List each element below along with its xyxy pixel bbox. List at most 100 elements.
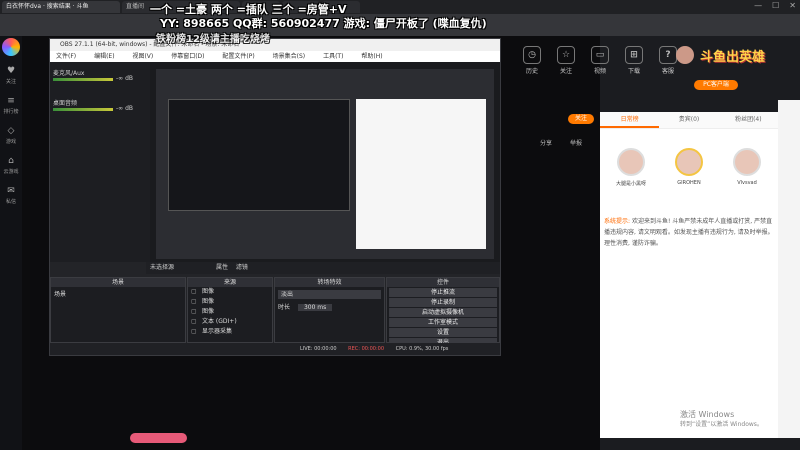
notice-text: 欢迎来到斗鱼! 斗鱼严禁未成年人直播或打赏, 严禁直播违规内容, 请文明观看。如… [604, 218, 774, 247]
report-button[interactable]: 举报 [570, 138, 582, 147]
dock-title: 场景 [51, 278, 185, 287]
dock-title: 控件 [387, 278, 499, 287]
controls-dock: 控件 停止推流 停止录制 启动虚拟摄像机 工作室模式 设置 退出 [386, 277, 500, 347]
user-avatar[interactable] [676, 46, 694, 64]
duration-label: 时长 [278, 304, 291, 311]
scenes-dock: 场景 场景 [50, 277, 186, 343]
menu-help[interactable]: 帮助(H) [361, 53, 382, 60]
studio-mode-button[interactable]: 工作室模式 [389, 318, 497, 327]
nav-item-games[interactable]: ◇ 游戏 [0, 124, 22, 154]
header-icons: ◷ 历史 ☆ 关注 ▭ 视频 ⊞ 下载 ? 客服 [520, 46, 680, 75]
minimize-button[interactable]: — [754, 1, 762, 10]
audio-mixer: 麦克风/Aux -∞ dB 桌面音频 -∞ dB [50, 62, 150, 262]
menu-profile[interactable]: 配置文件(P) [222, 53, 254, 60]
nav-item-rank[interactable]: ≡ 排行榜 [0, 94, 22, 124]
share-button[interactable]: 分享 [540, 138, 552, 147]
tab-daily-rank[interactable]: 日常榜 [600, 112, 660, 128]
notice-heading: 系统提示: [604, 218, 631, 225]
tab-fans[interactable]: 粉丝团(4) [719, 112, 778, 128]
preview-canvas [156, 69, 494, 259]
menu-docks[interactable]: 停靠窗口(D) [171, 53, 204, 60]
menu-view[interactable]: 视图(V) [132, 53, 153, 60]
follow-header-button[interactable]: ☆ 关注 [554, 46, 578, 75]
obs-preview[interactable] [150, 62, 500, 262]
properties-button[interactable]: 属性 [216, 264, 228, 271]
help-icon: ? [659, 46, 677, 64]
duration-input[interactable]: 300 ms [297, 304, 333, 311]
list-icon: ≡ [7, 96, 15, 106]
no-source-label: 未选择源 [150, 264, 175, 271]
history-button[interactable]: ◷ 历史 [520, 46, 544, 75]
gift-button[interactable] [130, 433, 187, 443]
menu-scene-collection[interactable]: 场景集合(S) [273, 53, 306, 60]
source-item[interactable]: 文本 (GDI+) [188, 317, 272, 327]
dock-title: 来源 [188, 278, 272, 287]
cpu-fps: CPU: 0.9%, 30.00 fps [395, 346, 449, 352]
diamond-icon: ◇ [7, 126, 15, 136]
avatar [617, 148, 645, 176]
browser-tab-active[interactable]: 白衣怀怀dva · 搜索结果 · 斗鱼 [2, 1, 120, 13]
audio-label: 桌面音频 [53, 100, 78, 107]
menu-file[interactable]: 文件(F) [56, 53, 76, 60]
nav-item-cloud-game[interactable]: ⌂ 云游戏 [0, 154, 22, 184]
stop-recording-button[interactable]: 停止录制 [389, 298, 497, 307]
scene-item[interactable]: 场景 [51, 287, 185, 300]
rank-item[interactable]: Vlvsvad [722, 148, 772, 186]
mail-icon: ✉ [7, 186, 15, 196]
right-edge-bar [778, 100, 800, 438]
video-button[interactable]: ▭ 视频 [588, 46, 612, 75]
audio-level: -∞ dB [116, 105, 133, 112]
dock-title: 转场特效 [275, 278, 384, 287]
live-time: LIVE: 00:00:00 [300, 346, 337, 352]
obs-title-bar: OBS 27.1.1 (64-bit, windows) - 配置文件: 未命名… [50, 39, 500, 51]
obs-status-bar: LIVE: 00:00:00 REC: 00:00:00 CPU: 0.9%, … [50, 343, 500, 355]
obs-menu-bar: 文件(F) 编辑(E) 视图(V) 停靠窗口(D) 配置文件(P) 场景集合(S… [50, 51, 500, 62]
star-icon: ☆ [557, 46, 575, 64]
rec-time: REC: 00:00:00 [348, 346, 385, 352]
nav-item-follow[interactable]: ♥ 关注 [0, 64, 22, 94]
menu-tools[interactable]: 工具(T) [323, 53, 343, 60]
window-controls: — ☐ ✕ [754, 1, 796, 10]
overlay-contact-text: YY: 898665 QQ群: 560902477 游戏: 僵尸开板了 (喋血复… [160, 17, 487, 30]
download-icon: ⊞ [625, 46, 643, 64]
obs-window: OBS 27.1.1 (64-bit, windows) - 配置文件: 未命名… [49, 38, 501, 356]
close-button[interactable]: ✕ [789, 1, 796, 10]
duration-row: 时长 300 ms [278, 302, 381, 311]
home-icon: ⌂ [8, 156, 14, 166]
system-notice: 系统提示: 欢迎来到斗鱼! 斗鱼严禁未成年人直播或打赏, 严禁直播违规内容, 请… [604, 216, 774, 249]
avatar [733, 148, 761, 176]
pc-client-button[interactable]: PC客户端 [694, 80, 738, 90]
transitions-dock: 转场特效 淡出 时长 300 ms [274, 277, 385, 343]
heart-icon: ♥ [6, 66, 16, 76]
filters-button[interactable]: 滤镜 [236, 264, 248, 271]
left-navigation: ♥ 关注 ≡ 排行榜 ◇ 游戏 ⌂ 云游戏 ✉ 私信 [0, 36, 22, 450]
source-item[interactable]: 图像 [188, 287, 272, 297]
nav-item-messages[interactable]: ✉ 私信 [0, 184, 22, 214]
avatar [675, 148, 703, 176]
source-item[interactable]: 图像 [188, 307, 272, 317]
download-button[interactable]: ⊞ 下载 [622, 46, 646, 75]
nested-obs-preview [168, 99, 350, 211]
transition-select[interactable]: 淡出 [278, 290, 381, 299]
virtual-camera-button[interactable]: 启动虚拟摄像机 [389, 308, 497, 317]
audio-meter [53, 78, 113, 81]
audio-label: 麦克风/Aux [53, 70, 85, 77]
audio-meter [53, 108, 113, 111]
rank-item[interactable]: 大腿是小黑呀 [606, 148, 656, 187]
settings-button[interactable]: 设置 [389, 328, 497, 337]
maximize-button[interactable]: ☐ [772, 1, 779, 10]
tab-vip[interactable]: 贵宾(0) [659, 112, 718, 128]
right-panel: 日常榜 贵宾(0) 粉丝团(4) 大腿是小黑呀 GIROHEN Vlvsvad … [600, 112, 778, 438]
rank-item[interactable]: GIROHEN [664, 148, 714, 186]
browser-tab-bar: 白衣怀怀dva · 搜索结果 · 斗鱼 直播间 [0, 0, 800, 14]
source-item[interactable]: 显示器采集 [188, 327, 272, 337]
windows-activation-watermark: 激活 Windows 转到“设置”以激活 Windows。 [680, 410, 763, 428]
sources-dock: 来源 图像 图像 图像 文本 (GDI+) 显示器采集 [187, 277, 273, 343]
stop-streaming-button[interactable]: 停止推流 [389, 288, 497, 297]
nested-browser-preview [356, 99, 486, 249]
source-item[interactable]: 图像 [188, 297, 272, 307]
audio-level: -∞ dB [116, 75, 133, 82]
menu-edit[interactable]: 编辑(E) [94, 53, 114, 60]
follow-button[interactable]: 关注 [568, 114, 594, 124]
douyu-logo-icon[interactable] [2, 38, 20, 56]
